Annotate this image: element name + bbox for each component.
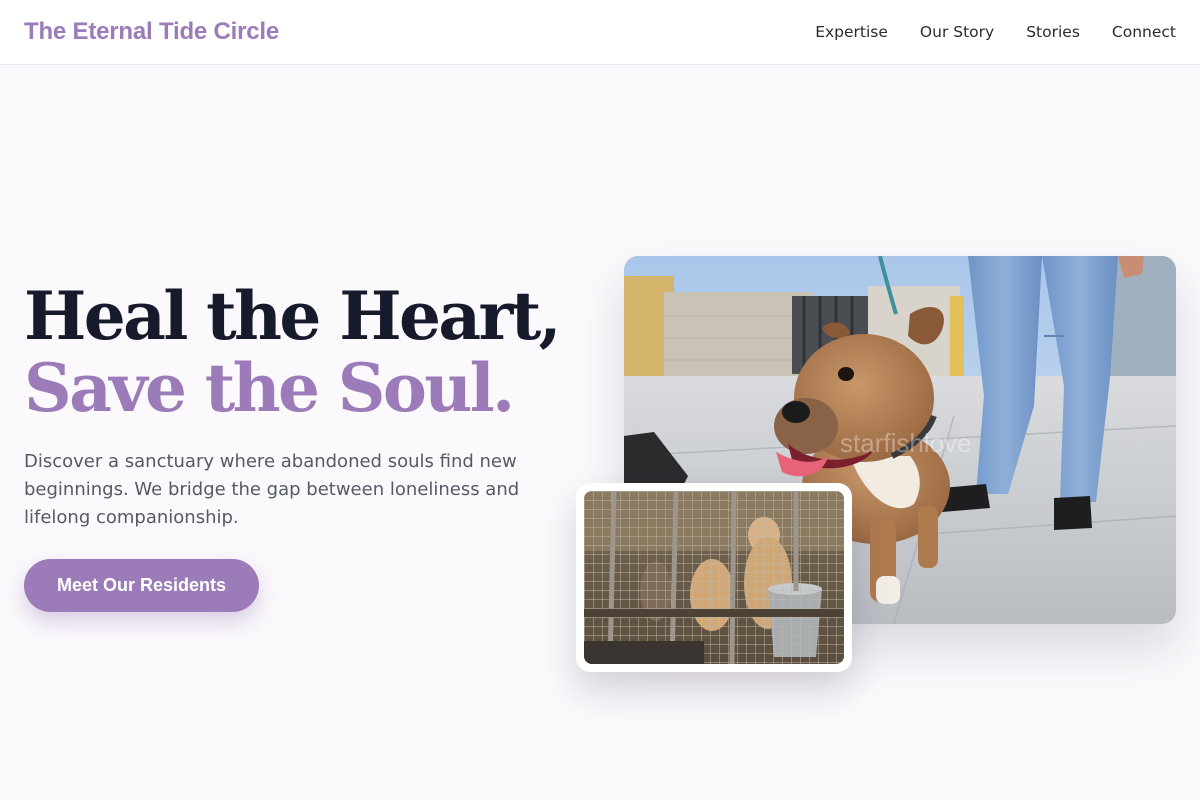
brand-logo[interactable]: The Eternal Tide Circle: [24, 18, 279, 46]
nav-link-expertise[interactable]: Expertise: [815, 23, 888, 41]
dogs-in-kennel-photo: [584, 491, 844, 664]
kennel-photo-frame: [576, 483, 852, 672]
svg-text:starfishlove: starfishlove: [840, 428, 972, 458]
nav-link-our-story[interactable]: Our Story: [920, 23, 994, 41]
nav-link-connect[interactable]: Connect: [1112, 23, 1176, 41]
meet-residents-button[interactable]: Meet Our Residents: [24, 559, 259, 612]
hero-title-line2: Save the Soul.: [24, 349, 515, 427]
hero-title: Heal the Heart, Save the Soul.: [24, 280, 584, 424]
hero-title-line1: Heal the Heart,: [24, 277, 562, 355]
nav-link-stories[interactable]: Stories: [1026, 23, 1080, 41]
hero-description: Discover a sanctuary where abandoned sou…: [24, 451, 520, 528]
main-nav: Expertise Our Story Stories Connect: [815, 23, 1176, 41]
site-header: The Eternal Tide Circle Expertise Our St…: [0, 0, 1200, 65]
